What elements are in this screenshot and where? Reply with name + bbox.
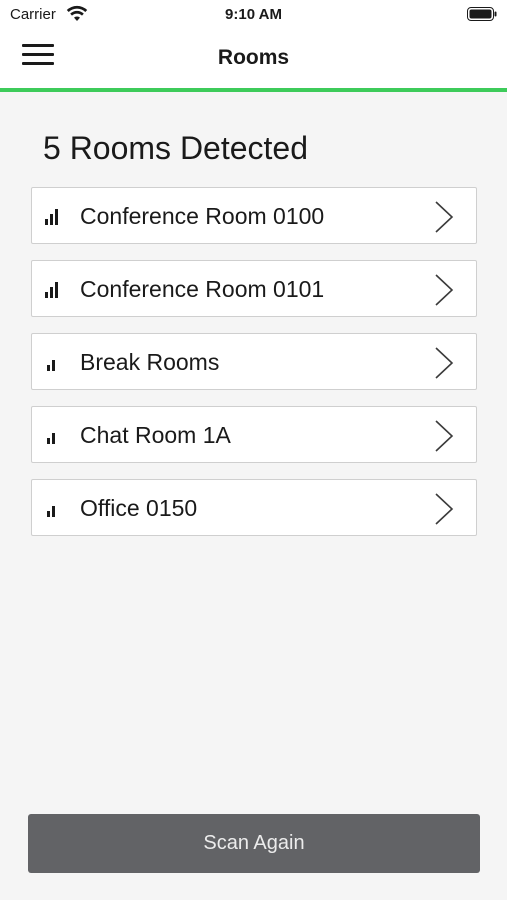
status-time: 9:10 AM — [225, 6, 282, 23]
navigation-bar: Rooms — [0, 30, 507, 88]
room-list-item[interactable]: Office 0150 — [31, 479, 477, 536]
chevron-right-icon — [435, 274, 454, 306]
status-bar: Carrier 9:10 AM — [0, 0, 507, 30]
chevron-right-icon — [435, 493, 454, 525]
chevron-right-icon — [435, 201, 454, 233]
chevron-right-icon — [435, 347, 454, 379]
signal-strength-icon — [47, 360, 55, 371]
room-list-item[interactable]: Conference Room 0101 — [31, 260, 477, 317]
room-name: Chat Room 1A — [80, 422, 231, 448]
room-list-item[interactable]: Conference Room 0100 — [31, 187, 477, 244]
room-name: Conference Room 0100 — [80, 203, 325, 229]
room-name: Break Rooms — [80, 349, 220, 375]
signal-strength-icon — [45, 282, 58, 298]
room-list-item[interactable]: Break Rooms — [31, 333, 477, 390]
signal-strength-icon — [47, 506, 55, 517]
room-list-item[interactable]: Chat Room 1A — [31, 406, 477, 463]
page-title: Rooms — [217, 46, 290, 69]
room-list: Conference Room 0100 Conference Room 010… — [31, 187, 477, 552]
room-name: Office 0150 — [80, 495, 198, 521]
signal-strength-icon — [45, 209, 58, 225]
accent-divider — [0, 88, 507, 92]
scan-again-button[interactable]: Scan Again — [28, 814, 480, 873]
room-name: Conference Room 0101 — [80, 276, 325, 302]
battery-icon — [467, 7, 497, 21]
rooms-detected-heading: 5 Rooms Detected — [43, 130, 309, 166]
chevron-right-icon — [435, 420, 454, 452]
signal-strength-icon — [47, 433, 55, 444]
